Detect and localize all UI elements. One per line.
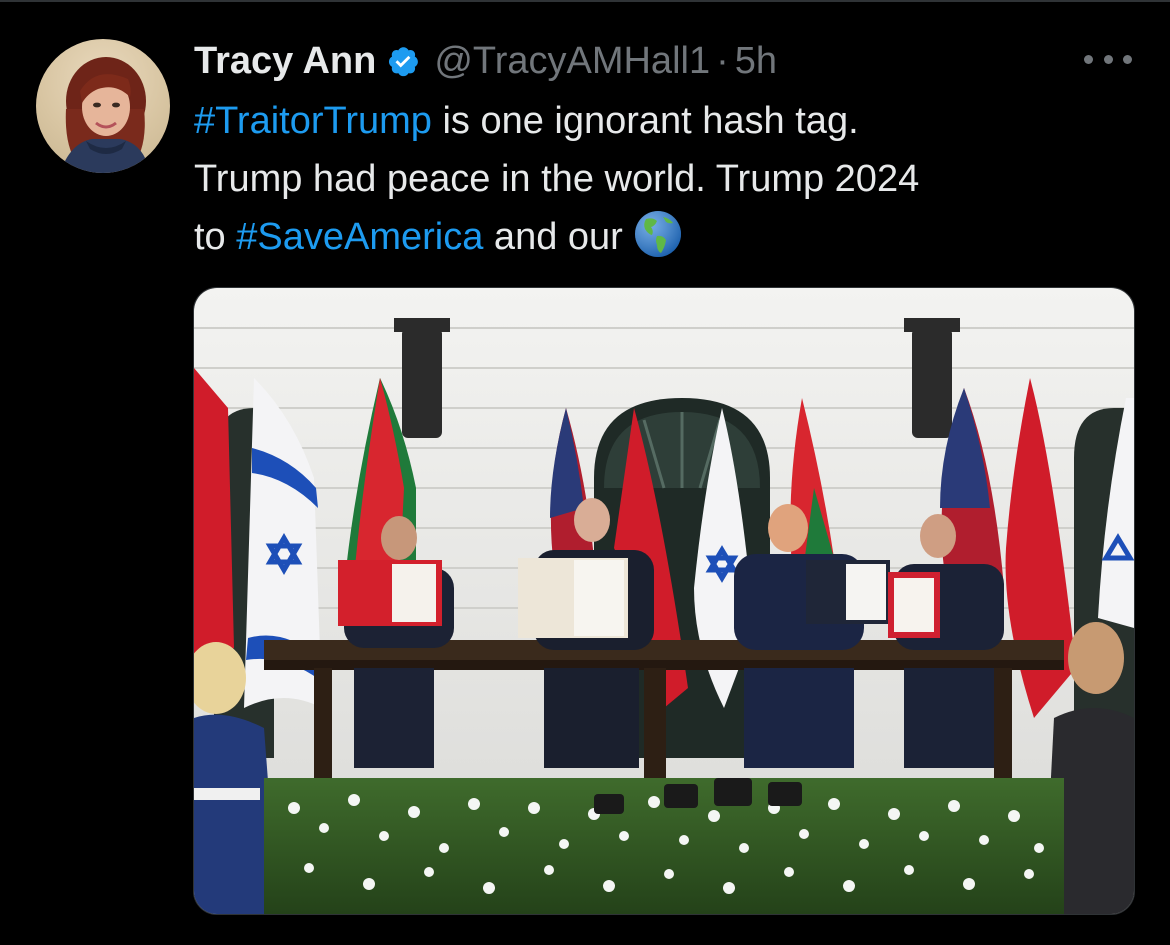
tweet-text-line-3: to #SaveAmerica and our — [194, 208, 1134, 266]
globe-americas-icon — [633, 209, 683, 259]
tweet-photo[interactable] — [193, 287, 1135, 915]
dot-icon — [1123, 54, 1132, 64]
hashtag-link[interactable]: #SaveAmerica — [236, 216, 483, 258]
text-segment: to — [194, 216, 237, 258]
text-segment: and our — [483, 216, 623, 258]
text-segment: is one ignorant hash tag. — [431, 100, 859, 142]
verified-badge-icon — [386, 44, 420, 78]
separator-dot: · — [716, 39, 729, 82]
dot-icon — [1103, 54, 1113, 64]
avatar[interactable] — [36, 39, 170, 173]
tweet[interactable]: Tracy Ann @TracyAMHall1 · 5h #TraitorTru… — [0, 0, 1170, 945]
display-name[interactable]: Tracy Ann — [194, 40, 376, 83]
tweet-text: #TraitorTrump is one ignorant hash tag. … — [194, 92, 1134, 266]
tweet-header: Tracy Ann @TracyAMHall1 · 5h — [194, 34, 777, 88]
action-bar-edge — [195, 936, 1135, 945]
timestamp[interactable]: 5h — [735, 40, 777, 83]
tweet-text-line-1: #TraitorTrump is one ignorant hash tag. — [194, 92, 1134, 150]
user-handle[interactable]: @TracyAMHall1 — [434, 40, 710, 83]
more-options-icon[interactable] — [1084, 44, 1132, 74]
dot-icon — [1084, 54, 1093, 64]
hashtag-link[interactable]: #TraitorTrump — [194, 100, 432, 142]
tweet-text-line-2: Trump had peace in the world. Trump 2024 — [194, 158, 920, 200]
